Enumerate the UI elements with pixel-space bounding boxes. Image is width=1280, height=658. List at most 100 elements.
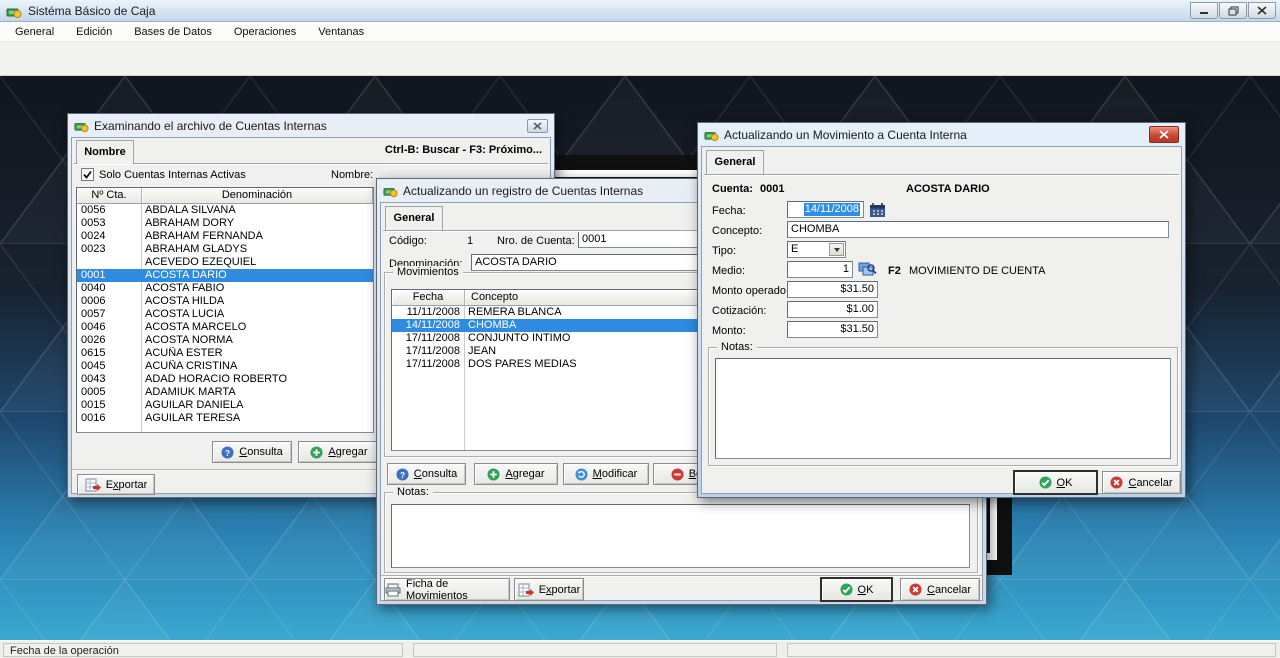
monto-input[interactable]: $31.50 [787,321,878,338]
tipo-label: Tipo: [712,245,736,258]
cuenta-holder: ACOSTA DARIO [906,183,990,196]
plus-icon [487,468,500,481]
modificar-movimiento-button[interactable]: Modificar [563,463,649,485]
cuenta-row[interactable]: 0006 ACOSTA HILDA [77,295,373,308]
fecha-value: 14/11/2008 [804,203,860,216]
ok-button[interactable]: OK [821,578,892,601]
button-label: Agregar [505,468,544,480]
search-medio-icon[interactable] [858,261,877,278]
cuenta-row[interactable]: ACEVEDO EZEQUIEL [77,256,373,269]
monto-operado-input[interactable]: $31.50 [787,281,878,298]
cuenta-row[interactable]: 0053 ABRAHAM DORY [77,217,373,230]
button-label: Consulta [414,468,457,480]
agregar-button[interactable]: Agregar [298,441,380,463]
column-header-denominacion[interactable]: Denominación [142,188,373,204]
ficha-movimientos-button[interactable]: Ficha de Movimientos [384,578,510,601]
exportar-button[interactable]: Exportar [77,474,155,495]
cuenta-row[interactable]: 0024 ABRAHAM FERNANDA [77,230,373,243]
dropdown-button[interactable] [829,243,844,256]
cuenta-row[interactable]: 0026 ACOSTA NORMA [77,334,373,347]
cell-fecha: 17/11/2008 [392,345,464,358]
movimientos-group-label: Movimientos [393,266,463,279]
medio-label: Medio: [712,265,745,278]
button-label: Ficha de Movimientos [406,578,509,602]
cell-nro: 0023 [77,243,141,256]
app-title: Sistéma Básico de Caja [28,4,155,18]
notas-group-label: Notas: [717,341,757,354]
printer-icon [385,583,401,597]
cuenta-row[interactable]: 0056 ABDALA SILVANA [77,204,373,217]
minimize-button[interactable] [1190,2,1218,19]
cuenta-row[interactable]: 0615 ACUÑA ESTER [77,347,373,360]
calendar-icon[interactable] [869,202,887,218]
window-titlebar[interactable]: Examinando el archivo de Cuentas Interna… [69,114,553,137]
notas-textarea[interactable] [391,504,970,568]
cuenta-row[interactable]: 0001 ACOSTA DARIO [77,269,373,282]
status-bar: Fecha de la operación [0,640,1280,658]
menu-item[interactable]: Bases de Datos [123,23,223,41]
menu-item[interactable]: Edición [65,23,123,41]
status-panel [413,643,777,657]
cell-nro: 0045 [77,360,141,373]
menu-bar: GeneralEdiciónBases de DatosOperacionesV… [0,22,1280,42]
cuenta-row[interactable]: 0015 AGUILAR DANIELA [77,399,373,412]
cuenta-row[interactable]: 0057 ACOSTA LUCIA [77,308,373,321]
fecha-input[interactable]: 14/11/2008 [787,201,864,218]
cotizacion-input[interactable]: $1.00 [787,301,878,318]
medio-input[interactable]: 1 [787,261,853,278]
desktop-area: Examinando el archivo de Cuentas Interna… [0,76,1280,640]
tab-general[interactable]: General [706,150,764,174]
cuenta-row[interactable]: 0046 ACOSTA MARCELO [77,321,373,334]
codigo-label: Código: [389,235,427,248]
button-label: OK [1057,477,1073,489]
solo-activas-checkbox[interactable] [81,168,94,181]
close-window-button[interactable] [527,119,548,133]
cuentas-grid[interactable]: Nº Cta. Denominación 0056 ABDALA SILVANA [76,187,374,433]
tab-general[interactable]: General [385,206,443,230]
menu-item[interactable]: General [4,23,65,41]
tab-nombre[interactable]: Nombre [76,140,134,164]
notas-textarea[interactable] [715,358,1171,459]
solo-activas-label: Solo Cuentas Internas Activas [99,169,246,182]
cell-nro: 0043 [77,373,141,386]
cell-denominacion: ACOSTA DARIO [141,269,373,282]
monto-label: Monto: [712,325,746,338]
cell-fecha: 17/11/2008 [392,358,464,371]
ok-button[interactable]: OK [1014,471,1097,494]
application-window: Sistéma Básico de Caja GeneralEdiciónBas… [0,0,1280,658]
window-titlebar[interactable]: Actualizando un Movimiento a Cuenta Inte… [699,123,1184,146]
column-header-fecha[interactable]: Fecha [392,290,465,306]
button-label: Exportar [106,479,148,491]
cell-denominacion: ACUÑA CRISTINA [141,360,373,373]
cell-nro: 0053 [77,217,141,230]
close-button[interactable] [1248,2,1276,19]
button-label: Consulta [239,446,282,458]
tipo-select[interactable]: E [787,241,846,258]
consulta-movimiento-button[interactable]: ? Consulta [387,463,466,485]
cuenta-row[interactable]: 0016 AGUILAR TERESA [77,412,373,425]
cancelar-button[interactable]: Cancelar [1102,471,1181,494]
cell-nro: 0057 [77,308,141,321]
cell-nro: 0015 [77,399,141,412]
cell-nro: 0026 [77,334,141,347]
cuenta-row[interactable]: 0040 ACOSTA FABIO [77,282,373,295]
cuenta-label: Cuenta: [712,183,753,196]
column-header-nro[interactable]: Nº Cta. [77,188,142,204]
concepto-input[interactable]: CHOMBA [787,221,1169,238]
agregar-movimiento-button[interactable]: Agregar [474,463,558,485]
cuenta-row[interactable]: 0023 ABRAHAM GLADYS [77,243,373,256]
restore-button[interactable] [1219,2,1247,19]
consulta-button[interactable]: ? Consulta [212,441,292,463]
menu-item[interactable]: Operaciones [223,23,307,41]
cancelar-button[interactable]: Cancelar [900,578,980,601]
cuenta-row[interactable]: 0045 ACUÑA CRISTINA [77,360,373,373]
close-icon [533,122,542,130]
button-label: Cancelar [1128,477,1172,489]
cuenta-row[interactable]: 0005 ADAMIUK MARTA [77,386,373,399]
window-icon [704,127,719,142]
cell-nro: 0024 [77,230,141,243]
exportar-registro-button[interactable]: Exportar [514,578,584,601]
cuenta-row[interactable]: 0043 ADAD HORACIO ROBERTO [77,373,373,386]
close-window-button[interactable] [1149,126,1179,143]
menu-item[interactable]: Ventanas [307,23,375,41]
